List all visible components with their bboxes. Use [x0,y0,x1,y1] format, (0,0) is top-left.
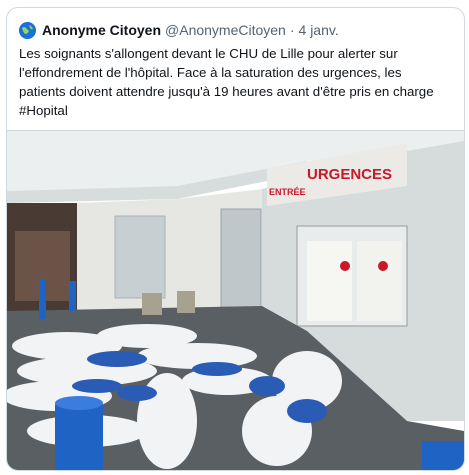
hashtag-link[interactable]: #Hopital [19,101,451,120]
tweet-text-line: patients doivent attendre jusqu'à 19 heu… [19,84,434,99]
entree-sign: ENTRÉE [269,187,306,197]
tweet-photo[interactable]: URGENCES ENTRÉE [7,130,464,470]
tweet-text-line: l'effondrement de l'hôpital. Face à la s… [19,65,402,80]
header-separator: · [289,22,295,38]
tweet-body: Les soignants s'allongent devant le CHU … [19,44,451,120]
globe-avatar-icon[interactable] [19,21,36,39]
tweet-header: Anonyme Citoyen @AnonymeCitoyen · 4 janv… [19,20,343,40]
author-name[interactable]: Anonyme Citoyen [42,22,161,38]
author-handle[interactable]: @AnonymeCitoyen [165,22,286,38]
urgences-sign: URGENCES [307,166,392,183]
tweet-card[interactable]: Anonyme Citoyen @AnonymeCitoyen · 4 janv… [6,7,465,471]
tweet-text-line: Les soignants s'allongent devant le CHU … [19,46,398,61]
tweet-date[interactable]: 4 janv. [299,22,339,38]
